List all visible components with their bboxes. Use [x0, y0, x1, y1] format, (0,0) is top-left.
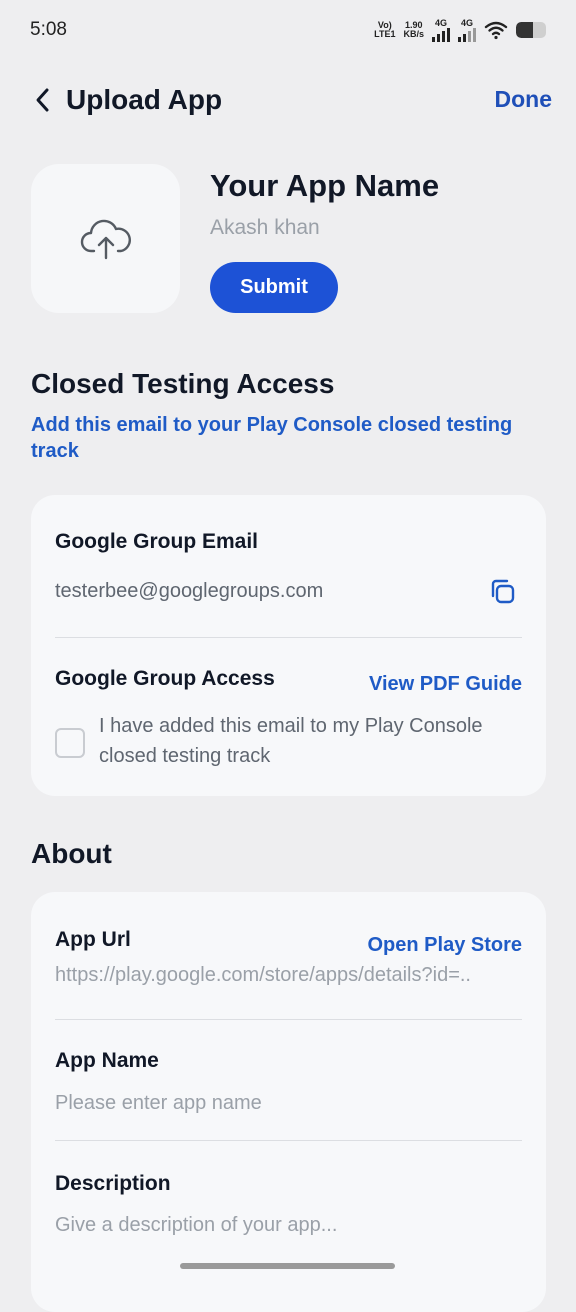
view-pdf-guide-link[interactable]: View PDF Guide	[369, 673, 522, 696]
added-email-checkbox-label[interactable]: I have added this email to my Play Conso…	[99, 711, 529, 771]
description-input[interactable]: Give a description of your app...	[55, 1214, 337, 1237]
open-play-store-link[interactable]: Open Play Store	[368, 934, 523, 957]
copy-icon[interactable]	[488, 577, 516, 605]
home-indicator[interactable]	[180, 1263, 395, 1269]
divider	[55, 1140, 522, 1141]
divider	[55, 637, 522, 638]
done-button[interactable]: Done	[495, 86, 553, 113]
about-card: App Url Open Play Store https://play.goo…	[31, 892, 546, 1312]
google-group-email-value: testerbee@googlegroups.com	[55, 580, 324, 602]
page-title: Upload App	[66, 84, 223, 115]
speed-unit: KB/s	[403, 29, 424, 39]
closed-testing-subtitle: Add this email to your Play Console clos…	[31, 414, 513, 462]
closed-testing-title: Closed Testing Access	[31, 368, 335, 399]
submit-button[interactable]: Submit	[210, 262, 338, 313]
app-icon-upload[interactable]	[31, 164, 180, 313]
net-type-1: 4G	[434, 17, 447, 28]
cloud-upload-icon	[80, 219, 131, 259]
battery-icon	[516, 22, 546, 38]
signal-bars-icon	[432, 27, 450, 42]
status-time: 5:08	[30, 19, 67, 40]
app-name: Your App Name	[210, 168, 440, 203]
description-label: Description	[55, 1172, 171, 1195]
app-name-input[interactable]: Please enter app name	[55, 1092, 262, 1115]
app-author: Akash khan	[210, 216, 320, 239]
net-type-2: 4G	[460, 17, 473, 28]
google-group-access-label: Google Group Access	[55, 667, 275, 690]
added-email-checkbox[interactable]	[55, 728, 85, 758]
status-bar: 5:08 Vo) LTE1 1.90 KB/s 4G 4G	[0, 0, 576, 60]
app-url-label: App Url	[55, 928, 131, 951]
signal-bars-icon	[458, 27, 476, 42]
status-icons: Vo) LTE1 1.90 KB/s 4G 4G	[374, 17, 546, 42]
header: Upload App Done	[0, 80, 576, 124]
google-group-email-label: Google Group Email	[55, 530, 259, 553]
signal-1: 4G	[432, 17, 450, 42]
closed-testing-card: Google Group Email testerbee@googlegroup…	[31, 495, 546, 796]
app-name-label: App Name	[55, 1049, 159, 1072]
back-arrow-icon[interactable]	[30, 86, 58, 114]
network-speed: 1.90 KB/s	[403, 21, 424, 39]
app-url-input[interactable]: https://play.google.com/store/apps/detai…	[55, 964, 471, 987]
volte-indicator: Vo) LTE1	[374, 21, 395, 39]
divider	[55, 1019, 522, 1020]
signal-2: 4G	[458, 17, 476, 42]
lte-label: LTE1	[374, 29, 396, 39]
about-title: About	[31, 838, 112, 869]
wifi-icon	[484, 21, 508, 40]
